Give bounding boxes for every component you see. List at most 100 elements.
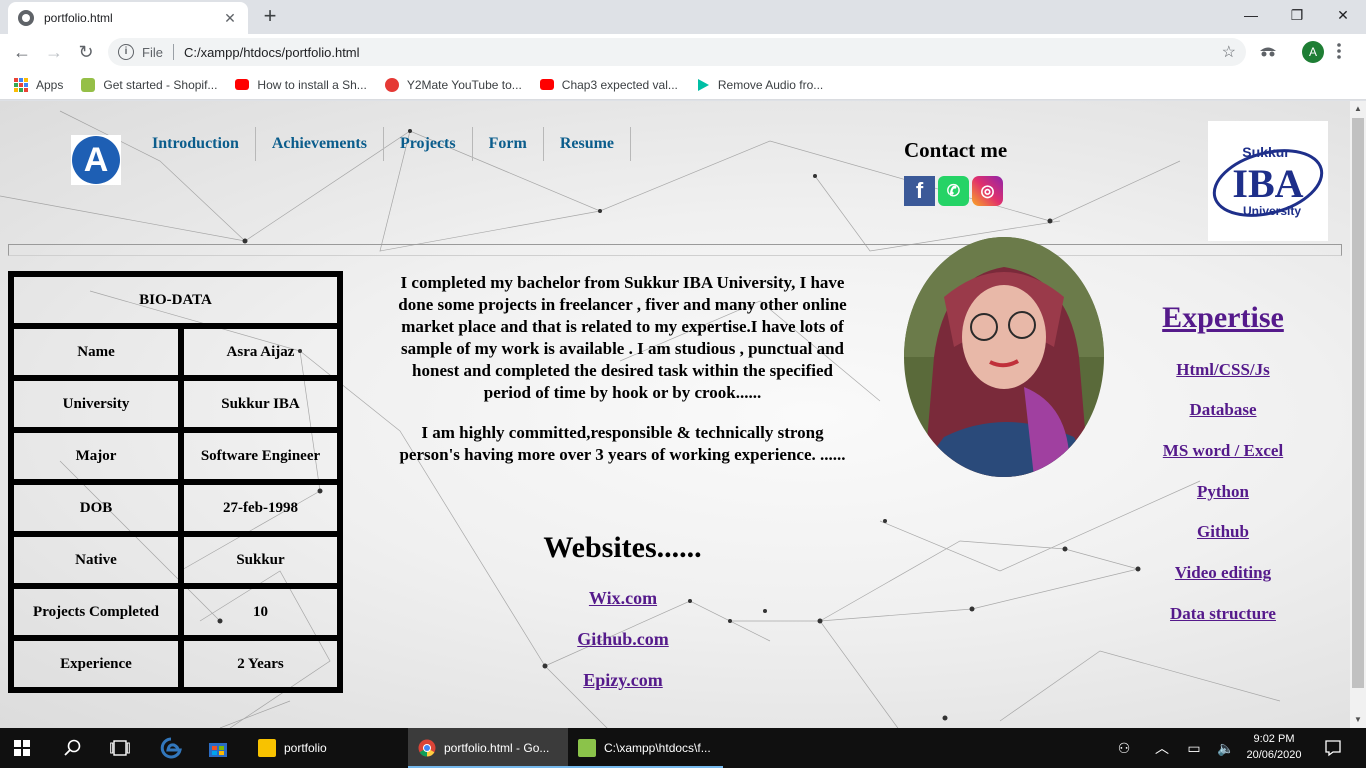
- scheme-label: File: [142, 44, 163, 60]
- whatsapp-icon[interactable]: ✆: [938, 176, 969, 206]
- page-viewport: A Introduction Achievements Projects For…: [0, 101, 1350, 728]
- bookmark-shopify[interactable]: Get started - Shopif...: [81, 77, 217, 92]
- battery-icon[interactable]: ▭: [1184, 728, 1204, 768]
- iba-logo-line3: University: [1243, 204, 1301, 218]
- website-link-epizy[interactable]: Epizy.com: [523, 670, 723, 691]
- system-clock[interactable]: 9:02 PM 20/06/2020: [1240, 731, 1308, 763]
- profile-avatar[interactable]: A: [1302, 41, 1324, 63]
- scrollbar-thumb[interactable]: [1352, 118, 1364, 688]
- biodata-value: Asra Aijaz: [181, 326, 340, 378]
- windows-start-icon[interactable]: [14, 740, 30, 756]
- biodata-label: University: [11, 378, 181, 430]
- scroll-up-arrow-icon[interactable]: ▲: [1350, 101, 1366, 117]
- about-paragraph-1: I completed my bachelor from Sukkur IBA …: [398, 273, 847, 402]
- table-row: BIO-DATA: [11, 274, 340, 326]
- browser-toolbar: ← → ↻ i File C:/xampp/htdocs/portfolio.h…: [0, 34, 1366, 70]
- back-button[interactable]: ←: [10, 40, 34, 64]
- close-window-button[interactable]: ✕: [1320, 0, 1366, 30]
- site-info-icon[interactable]: i: [118, 44, 134, 60]
- biodata-value: Software Engineer: [181, 430, 340, 482]
- taskbar-app-notepad[interactable]: C:\xampp\htdocs\f...: [568, 728, 723, 768]
- expertise-link-python[interactable]: Python: [1123, 482, 1323, 502]
- website-link-github[interactable]: Github.com: [523, 629, 723, 650]
- taskbar: portfolio portfolio.html - Go... C:\xamp…: [0, 728, 1366, 768]
- biodata-value: 10: [181, 586, 340, 638]
- contact-title: Contact me: [904, 138, 1008, 162]
- url-text[interactable]: C:/xampp/htdocs/portfolio.html: [184, 45, 1222, 60]
- new-tab-button[interactable]: +: [258, 5, 282, 29]
- taskbar-app-chrome[interactable]: portfolio.html - Go...: [408, 728, 568, 768]
- address-bar[interactable]: i File C:/xampp/htdocs/portfolio.html ☆: [108, 38, 1246, 66]
- nav-resume[interactable]: Resume: [544, 127, 632, 161]
- tab-strip: portfolio.html ✕ + — ❐ ✕: [0, 0, 1366, 34]
- nav-form[interactable]: Form: [473, 127, 544, 161]
- logo-letter: A: [72, 136, 120, 184]
- folder-icon: [258, 739, 276, 757]
- biodata-label: Native: [11, 534, 181, 586]
- people-icon[interactable]: ⚇: [1112, 728, 1136, 768]
- menu-dots-icon[interactable]: [1336, 42, 1342, 60]
- reload-button[interactable]: ↻: [74, 40, 98, 64]
- expertise-title[interactable]: Expertise: [1123, 301, 1323, 335]
- website-link-wix[interactable]: Wix.com: [523, 588, 723, 609]
- nav-introduction[interactable]: Introduction: [136, 127, 256, 161]
- table-row: DOB 27-feb-1998: [11, 482, 340, 534]
- bookmark-label: Remove Audio fro...: [717, 77, 824, 92]
- tab-title: portfolio.html: [44, 11, 113, 25]
- instagram-icon[interactable]: ◎: [972, 176, 1003, 206]
- facebook-icon[interactable]: f: [904, 176, 935, 206]
- bookmark-star-icon[interactable]: ☆: [1222, 42, 1236, 62]
- social-links: f ✆ ◎: [904, 176, 1003, 206]
- y2mate-icon: [384, 77, 399, 92]
- nav-projects[interactable]: Projects: [384, 127, 473, 161]
- nav-achievements[interactable]: Achievements: [256, 127, 384, 161]
- notepad-icon: [578, 739, 596, 757]
- chevron-up-icon[interactable]: ︿: [1152, 728, 1172, 768]
- bookmark-install-video[interactable]: How to install a Sh...: [235, 78, 367, 92]
- expertise-link-database[interactable]: Database: [1123, 400, 1323, 420]
- forward-button[interactable]: →: [42, 40, 66, 64]
- biodata-header: BIO-DATA: [11, 274, 340, 326]
- clock-date: 20/06/2020: [1246, 749, 1302, 761]
- task-view-icon[interactable]: [110, 740, 130, 756]
- taskbar-app-explorer[interactable]: portfolio: [248, 728, 398, 768]
- bookmark-remove-audio[interactable]: Remove Audio fro...: [696, 78, 823, 92]
- bookmarks-bar: Apps Get started - Shopif... How to inst…: [0, 70, 1366, 100]
- maximize-button[interactable]: ❐: [1274, 0, 1320, 30]
- iba-logo-line2: IBA: [1232, 161, 1303, 206]
- table-row: Native Sukkur: [11, 534, 340, 586]
- chrome-icon: [418, 739, 436, 757]
- biodata-label: Name: [11, 326, 181, 378]
- expertise-link-ms-office[interactable]: MS word / Excel: [1123, 441, 1323, 461]
- notifications-icon[interactable]: [1324, 739, 1342, 757]
- site-logo[interactable]: A: [71, 135, 121, 185]
- table-row: Name Asra Aijaz: [11, 326, 340, 378]
- search-icon[interactable]: [64, 739, 82, 757]
- close-tab-icon[interactable]: ✕: [222, 10, 238, 27]
- shopify-icon: [81, 77, 96, 92]
- expertise-link-html[interactable]: Html/CSS/Js: [1123, 360, 1323, 380]
- store-icon[interactable]: [207, 737, 229, 759]
- edge-icon[interactable]: [160, 737, 182, 759]
- scroll-down-arrow-icon[interactable]: ▼: [1350, 712, 1366, 728]
- extension-icon[interactable]: [1258, 42, 1278, 58]
- expertise-link-data-structure[interactable]: Data structure: [1123, 604, 1323, 624]
- tab-portfolio[interactable]: portfolio.html ✕: [8, 2, 248, 34]
- bookmark-label: Y2Mate YouTube to...: [406, 77, 522, 92]
- expertise-link-video-editing[interactable]: Video editing: [1123, 563, 1323, 583]
- iba-logo-line1: Sukkur: [1242, 144, 1290, 160]
- table-row: Projects Completed 10: [11, 586, 340, 638]
- biodata-value: 2 Years: [181, 638, 340, 690]
- bookmark-label: Apps: [36, 77, 64, 92]
- address-separator: [172, 44, 174, 60]
- volume-icon[interactable]: 🔈: [1214, 728, 1238, 768]
- taskbar-app-label: C:\xampp\htdocs\f...: [604, 741, 711, 755]
- minimize-button[interactable]: —: [1228, 0, 1274, 30]
- profile-photo: [904, 237, 1104, 477]
- bookmark-y2mate[interactable]: Y2Mate YouTube to...: [384, 77, 522, 92]
- bookmark-chap3[interactable]: Chap3 expected val...: [539, 78, 678, 92]
- table-row: Experience 2 Years: [11, 638, 340, 690]
- play-icon: [697, 78, 709, 91]
- expertise-link-github[interactable]: Github: [1123, 522, 1323, 542]
- bookmark-apps[interactable]: Apps: [14, 77, 64, 92]
